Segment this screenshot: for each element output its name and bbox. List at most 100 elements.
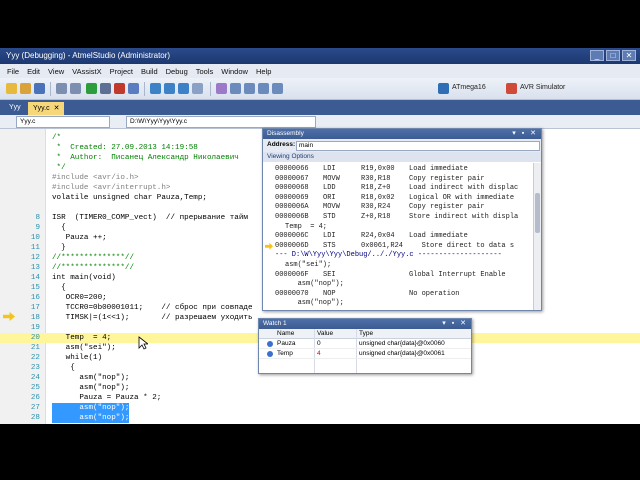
watch-title: Watch 1 <box>263 320 287 327</box>
variable-icon <box>267 351 273 357</box>
disassembly-line[interactable]: 00000070 NOP No operation <box>263 290 535 300</box>
instruction-operands: R24,0x04 <box>361 232 395 241</box>
menu-debug[interactable]: Debug <box>162 67 192 76</box>
step-out-icon[interactable] <box>178 83 189 94</box>
disassembly-line[interactable]: 0000006D STS 0x0061,R24 Store direct to da… <box>263 242 535 252</box>
code-line[interactable]: 29 } <box>0 423 640 424</box>
disassembly-line[interactable]: 0000006C LDI R24,0x04 Load immediate <box>263 232 535 242</box>
instruction-mnemonic: NOP <box>323 289 336 298</box>
code-line[interactable]: 27 asm("nop"); <box>0 403 640 413</box>
disassembly-line[interactable]: 00000067 MOVW R30,R18 Copy register pair <box>263 175 535 185</box>
disassembly-scrollbar[interactable] <box>533 163 541 310</box>
break-all-icon[interactable] <box>100 83 111 94</box>
path-dropdown[interactable]: D:\W\Yyy\Yyy\Yyy.c <box>126 116 316 128</box>
disassembly-line[interactable]: 0000006B STD Z+0,R18 Store indirect with di… <box>263 213 535 223</box>
menu-file[interactable]: File <box>3 67 23 76</box>
line-number: 12 <box>30 254 40 262</box>
redo-icon[interactable] <box>70 83 81 94</box>
watch-row[interactable]: Pauza 0 unsigned char{data}@0x0060 <box>259 339 471 349</box>
code-line[interactable]: 24 asm("nop"); <box>0 373 640 383</box>
navigation-bar: Yyy.c D:\W\Yyy\Yyy\Yyy.c <box>0 115 640 129</box>
save-icon[interactable] <box>34 83 45 94</box>
watch-var-value[interactable]: 4 <box>317 350 321 357</box>
scrollbar-thumb[interactable] <box>535 193 540 233</box>
new-file-icon[interactable] <box>6 83 17 94</box>
disassembly-title-bar[interactable]: Disassembly ▾ ▪ ✕ <box>263 129 541 139</box>
disassembly-line[interactable]: asm("sei"); <box>263 261 535 271</box>
step-over-icon[interactable] <box>164 83 175 94</box>
disassembly-line[interactable]: Temp = 4; <box>263 223 535 233</box>
code-text: ISR (TIMER0_COMP_vect) // прерывание тай… <box>52 214 248 222</box>
memory-icon[interactable] <box>244 83 255 94</box>
watch-row[interactable]: Temp 4 unsigned char{data}@0x0061 <box>259 349 471 359</box>
minimize-button[interactable]: _ <box>590 50 604 61</box>
menu-help[interactable]: Help <box>252 67 275 76</box>
continue-icon[interactable] <box>86 83 97 94</box>
code-line[interactable]: 26 Pauza = Pauza * 2; <box>0 393 640 403</box>
stop-debugging-icon[interactable] <box>114 83 125 94</box>
scope-dropdown[interactable]: Yyy.c <box>16 116 110 128</box>
simulator-label[interactable]: AVR Simulator <box>520 84 565 91</box>
disassembly-listing[interactable]: 00000066 LDI R19,0x00 Load immediate 0000006… <box>263 163 535 310</box>
watch-header-value[interactable]: Value <box>317 330 333 337</box>
maximize-button[interactable]: □ <box>606 50 620 61</box>
menu-window[interactable]: Window <box>217 67 252 76</box>
tab-yyy-c[interactable]: Yyy.c ✕ <box>28 102 65 115</box>
menu-tools[interactable]: Tools <box>192 67 218 76</box>
watch-var-value[interactable]: 0 <box>317 340 321 347</box>
tab-project[interactable]: Yyy <box>4 102 26 115</box>
disassembly-line[interactable]: --- D:\W\Yyy\Yyy\Debug/.././Yyy.c ------… <box>263 251 535 261</box>
instruction-mnemonic: LDI <box>323 165 336 173</box>
pane-controls-icon[interactable]: ▾ ▪ ✕ <box>512 129 538 137</box>
source-line: asm("nop"); <box>285 299 344 308</box>
code-text: TCCR0=0b00001011; // сброс при совпаде <box>52 304 253 312</box>
undo-icon[interactable] <box>56 83 67 94</box>
watch-icon[interactable] <box>230 83 241 94</box>
step-into-icon[interactable] <box>150 83 161 94</box>
registers-icon[interactable] <box>258 83 269 94</box>
device-label[interactable]: ATmega16 <box>452 84 486 91</box>
close-button[interactable]: ✕ <box>622 50 636 61</box>
window-title: Yyy (Debugging) - AtmelStudio (Administr… <box>6 51 171 60</box>
disassembly-line[interactable]: 0000006A MOVW R30,R24 Copy register pair <box>263 203 535 213</box>
breakpoint-icon[interactable] <box>216 83 227 94</box>
menu-vassistx[interactable]: VAssistX <box>68 67 105 76</box>
instruction-comment: Load immediate <box>409 232 468 241</box>
instruction-mnemonic: STD <box>323 213 336 221</box>
source-line: asm("nop"); <box>285 280 344 289</box>
disassembly-line[interactable]: 00000066 LDI R19,0x00 Load immediate <box>263 165 535 175</box>
menu-build[interactable]: Build <box>137 67 162 76</box>
viewing-options-toggle[interactable]: Viewing Options <box>263 152 541 162</box>
disassembly-line[interactable]: asm("nop"); <box>263 299 535 309</box>
disassembly-window: Disassembly ▾ ▪ ✕ Address: main Viewing … <box>262 128 542 311</box>
menu-view[interactable]: View <box>44 67 68 76</box>
watch-title-bar[interactable]: Watch 1 ▾ ▪ ✕ <box>259 319 471 329</box>
close-tab-icon[interactable]: ✕ <box>54 105 60 112</box>
open-folder-icon[interactable] <box>20 83 31 94</box>
code-line[interactable]: 28 asm("nop"); <box>0 413 640 423</box>
watch-header-name[interactable]: Name <box>277 330 294 337</box>
disassembly-line[interactable]: 00000069 ORI R18,0x02 Logical OR with immed… <box>263 194 535 204</box>
watch-header-type[interactable]: Type <box>359 330 373 337</box>
address-input[interactable]: main <box>296 141 540 151</box>
line-number: 24 <box>30 374 40 382</box>
line-number: 19 <box>30 324 40 332</box>
restart-icon[interactable] <box>128 83 139 94</box>
code-line[interactable]: 25 asm("nop"); <box>0 383 640 393</box>
code-text: * Created: 27.09.2013 14:19:58 <box>52 144 198 152</box>
io-view-icon[interactable] <box>272 83 283 94</box>
toolbar-separator <box>144 82 145 96</box>
code-text: OCR0=200; <box>52 294 107 302</box>
pane-controls-icon[interactable]: ▾ ▪ ✕ <box>442 319 468 327</box>
disassembly-line[interactable]: asm("nop"); <box>263 280 535 290</box>
document-tab-strip: Yyy Yyy.c ✕ <box>0 100 640 115</box>
line-number: 11 <box>30 244 40 252</box>
disassembly-line[interactable]: 00000068 LDD R18,Z+0 Load indirect with dis… <box>263 184 535 194</box>
menu-project[interactable]: Project <box>106 67 137 76</box>
line-number: 17 <box>30 304 40 312</box>
run-to-cursor-icon[interactable] <box>192 83 203 94</box>
instruction-address: 0000006C <box>275 232 309 241</box>
menu-edit[interactable]: Edit <box>23 67 44 76</box>
tab-project-label: Yyy <box>9 104 21 111</box>
disassembly-line[interactable]: 0000006F SEI Global Interrupt Enable <box>263 271 535 281</box>
